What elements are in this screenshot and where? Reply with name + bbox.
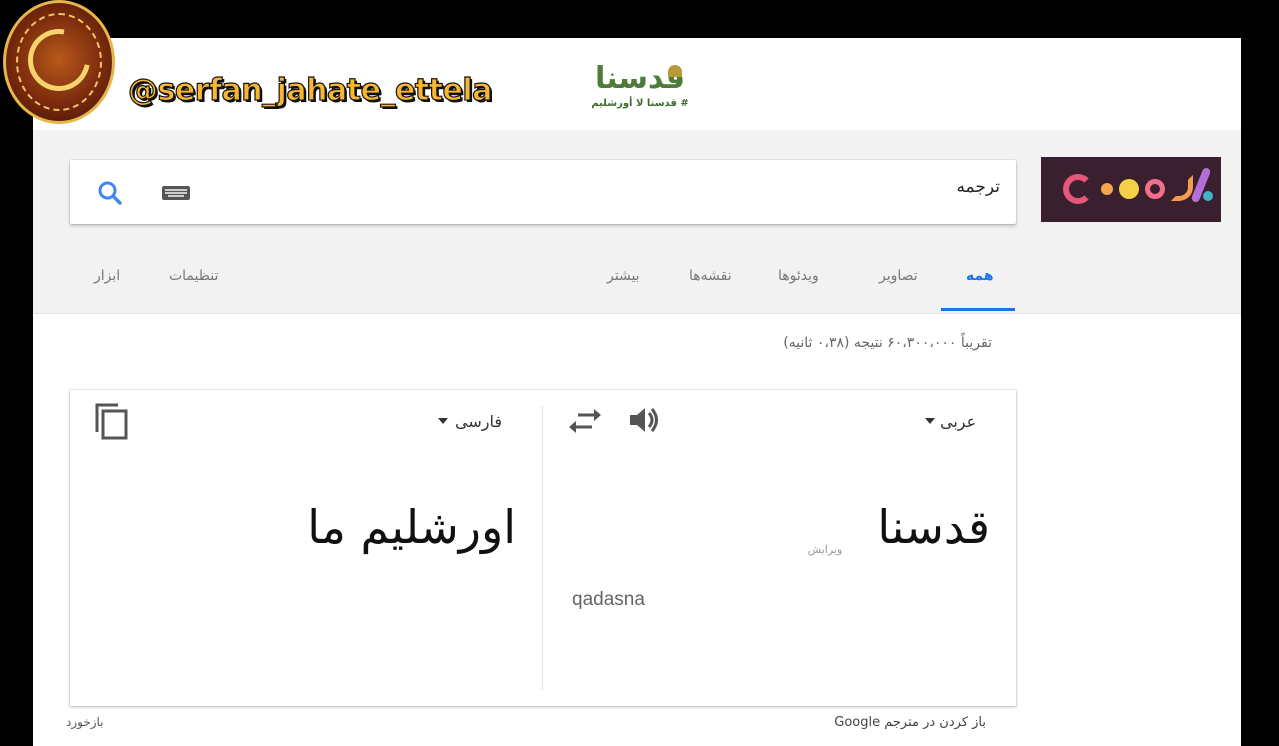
edit-link[interactable]: ویرایش — [800, 543, 850, 556]
search-input[interactable] — [598, 176, 1002, 198]
doodle-dot — [1101, 183, 1113, 195]
swap-icon[interactable] — [568, 408, 602, 434]
result-stats: تقریباً ۶۰،۳۰۰،۰۰۰ نتیجه (۰،۳۸ ثانیه) — [783, 335, 992, 351]
google-doodle[interactable] — [1041, 157, 1221, 222]
tools-link[interactable]: ابزار — [94, 268, 120, 284]
keyboard-icon[interactable] — [162, 186, 190, 200]
settings-link[interactable]: تنظیمات — [169, 268, 218, 284]
qodsuna-logo: قدسنا # قدسنا لا أورشليم — [590, 59, 690, 117]
source-lang-caret-icon[interactable] — [925, 418, 935, 424]
doodle-letter-l — [1171, 175, 1193, 201]
doodle-letter-o — [1145, 179, 1165, 199]
tab-images[interactable]: تصاویر — [879, 268, 918, 284]
pane-divider — [542, 406, 543, 690]
transliteration: qadasna — [572, 589, 645, 610]
open-in-translate-link[interactable]: باز کردن در مترجم Google — [780, 715, 986, 730]
source-language-select[interactable]: عربی — [940, 412, 976, 431]
active-tab-indicator — [941, 308, 1015, 311]
logo-subtext: # قدسنا لا أورشليم — [591, 98, 689, 109]
feedback-link[interactable]: بازخورد — [66, 715, 104, 729]
doodle-letter-g — [1063, 174, 1093, 204]
search-bar — [70, 160, 1016, 224]
search-icon[interactable] — [97, 180, 123, 206]
target-language-select[interactable]: فارسی — [455, 412, 502, 431]
tab-videos[interactable]: ویدئوها — [778, 268, 819, 284]
calligraphy-medallion — [3, 0, 115, 124]
tab-maps[interactable]: نقشه‌ها — [689, 268, 732, 284]
watermark-handle: @serfan_jahate_ettela — [127, 72, 493, 108]
target-text: اورشلیم ما — [307, 500, 516, 554]
tab-more[interactable]: بیشتر — [607, 268, 640, 284]
tab-all[interactable]: همه — [966, 268, 994, 284]
doodle-dot — [1203, 191, 1213, 201]
translate-card: عربی قدسنا ویرایش qadasna فارسی اورشلیم … — [70, 390, 1016, 706]
target-lang-caret-icon[interactable] — [438, 418, 448, 424]
speaker-icon[interactable] — [628, 404, 662, 436]
dome-icon — [668, 65, 682, 77]
copy-icon[interactable] — [94, 402, 130, 440]
doodle-dot — [1119, 179, 1139, 199]
